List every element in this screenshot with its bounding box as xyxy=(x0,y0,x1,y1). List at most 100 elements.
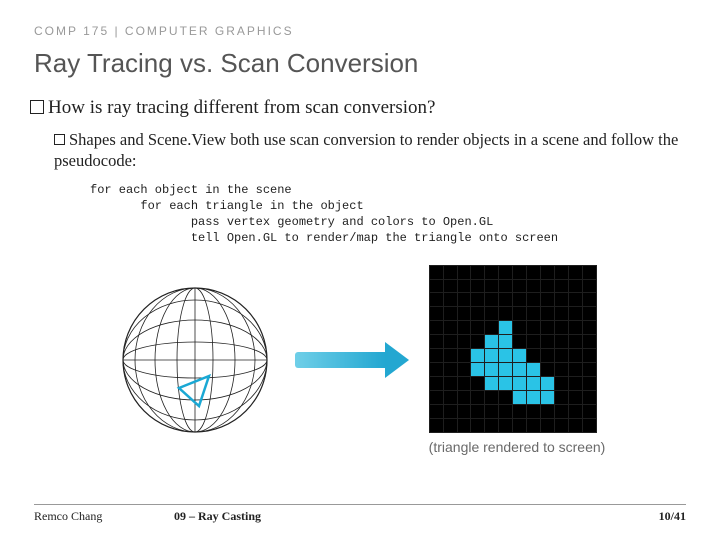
pixel-cell xyxy=(583,293,596,306)
pixel-cell xyxy=(527,293,540,306)
pixel-cell xyxy=(430,419,443,432)
pixel-cell xyxy=(485,266,498,279)
pixel-cell xyxy=(471,280,484,293)
pixel-cell xyxy=(430,363,443,376)
pixel-cell xyxy=(527,266,540,279)
pixel-cell xyxy=(499,307,512,320)
pixel-cell xyxy=(555,405,568,418)
pixel-cell xyxy=(499,266,512,279)
wireframe-sphere-icon xyxy=(115,280,275,440)
pixel-cell xyxy=(513,321,526,334)
pixel-cell xyxy=(569,307,582,320)
pixel-cell xyxy=(444,419,457,432)
pixel-cell xyxy=(458,293,471,306)
course-header: COMP 175 | COMPUTER GRAPHICS xyxy=(0,0,720,44)
pixel-cell xyxy=(458,307,471,320)
pixel-cell xyxy=(458,363,471,376)
pixel-cell xyxy=(541,419,554,432)
pixel-cell xyxy=(583,349,596,362)
pixel-cell xyxy=(485,405,498,418)
pixel-cell xyxy=(513,405,526,418)
pixel-cell xyxy=(485,419,498,432)
slide-footer: Remco Chang 09 – Ray Casting 10/41 xyxy=(34,504,686,524)
pixel-cell xyxy=(541,307,554,320)
bullet-2-text: Shapes and Scene.View both use scan conv… xyxy=(54,130,678,170)
pixel-cell xyxy=(471,266,484,279)
pixel-cell xyxy=(541,377,554,390)
slide-body: How is ray tracing different from scan c… xyxy=(0,89,720,455)
pixel-cell xyxy=(485,391,498,404)
pixel-cell xyxy=(541,266,554,279)
pixel-cell xyxy=(444,363,457,376)
pixel-cell xyxy=(555,280,568,293)
pixel-cell xyxy=(430,293,443,306)
pixel-cell xyxy=(430,321,443,334)
pixel-cell xyxy=(458,266,471,279)
pixel-grid xyxy=(429,265,597,433)
pixel-cell xyxy=(458,405,471,418)
pixel-cell xyxy=(541,363,554,376)
pixel-cell xyxy=(430,405,443,418)
pixel-cell xyxy=(583,419,596,432)
pixel-cell xyxy=(541,349,554,362)
pixel-cell xyxy=(555,349,568,362)
pixel-cell xyxy=(513,377,526,390)
pixel-cell xyxy=(444,335,457,348)
pixel-cell xyxy=(569,391,582,404)
pixel-cell xyxy=(541,335,554,348)
bullet-square-small-icon xyxy=(54,134,65,145)
pixel-cell xyxy=(430,307,443,320)
footer-chapter: 09 – Ray Casting xyxy=(174,509,261,524)
pixel-cell xyxy=(527,321,540,334)
pixel-cell xyxy=(499,377,512,390)
pixel-cell xyxy=(458,377,471,390)
pixel-cell xyxy=(485,349,498,362)
pixel-cell xyxy=(471,293,484,306)
pixel-cell xyxy=(513,307,526,320)
pseudocode-block: for each object in the scene for each tr… xyxy=(30,182,690,247)
pixel-cell xyxy=(499,321,512,334)
bullet-level-2: Shapes and Scene.View both use scan conv… xyxy=(30,129,690,172)
pixel-cell xyxy=(485,293,498,306)
pixel-cell xyxy=(583,377,596,390)
pixel-cell xyxy=(583,307,596,320)
pixel-cell xyxy=(430,377,443,390)
pixel-cell xyxy=(513,280,526,293)
pixel-cell xyxy=(444,293,457,306)
pixel-cell xyxy=(541,391,554,404)
pixel-cell xyxy=(555,377,568,390)
pixel-cell xyxy=(527,391,540,404)
pixel-cell xyxy=(430,335,443,348)
pixel-cell xyxy=(513,335,526,348)
pixel-cell xyxy=(555,293,568,306)
pixel-cell xyxy=(527,307,540,320)
pixel-cell xyxy=(555,363,568,376)
bullet-1-text: How is ray tracing different from scan c… xyxy=(48,97,435,118)
pixel-cell xyxy=(583,280,596,293)
pixel-cell xyxy=(513,349,526,362)
pixel-cell xyxy=(555,321,568,334)
arrow-right-icon xyxy=(295,342,409,378)
bullet-square-icon xyxy=(30,100,44,114)
pixel-cell xyxy=(485,307,498,320)
pixel-cell xyxy=(471,377,484,390)
footer-page: 10/41 xyxy=(659,509,686,524)
figure-caption: (triangle rendered to screen) xyxy=(429,439,606,455)
pixel-cell xyxy=(569,280,582,293)
pixel-cell xyxy=(444,321,457,334)
pixel-cell xyxy=(458,391,471,404)
pixel-cell xyxy=(569,293,582,306)
pixel-cell xyxy=(499,335,512,348)
pixel-cell xyxy=(499,419,512,432)
pixel-cell xyxy=(527,377,540,390)
pixel-cell xyxy=(444,377,457,390)
pixel-cell xyxy=(583,405,596,418)
pixel-cell xyxy=(513,266,526,279)
pixel-cell xyxy=(541,280,554,293)
pixel-cell xyxy=(458,321,471,334)
pixel-cell xyxy=(499,363,512,376)
pixel-cell xyxy=(513,391,526,404)
pixel-cell xyxy=(569,349,582,362)
pixel-cell xyxy=(541,293,554,306)
pixel-cell xyxy=(555,391,568,404)
